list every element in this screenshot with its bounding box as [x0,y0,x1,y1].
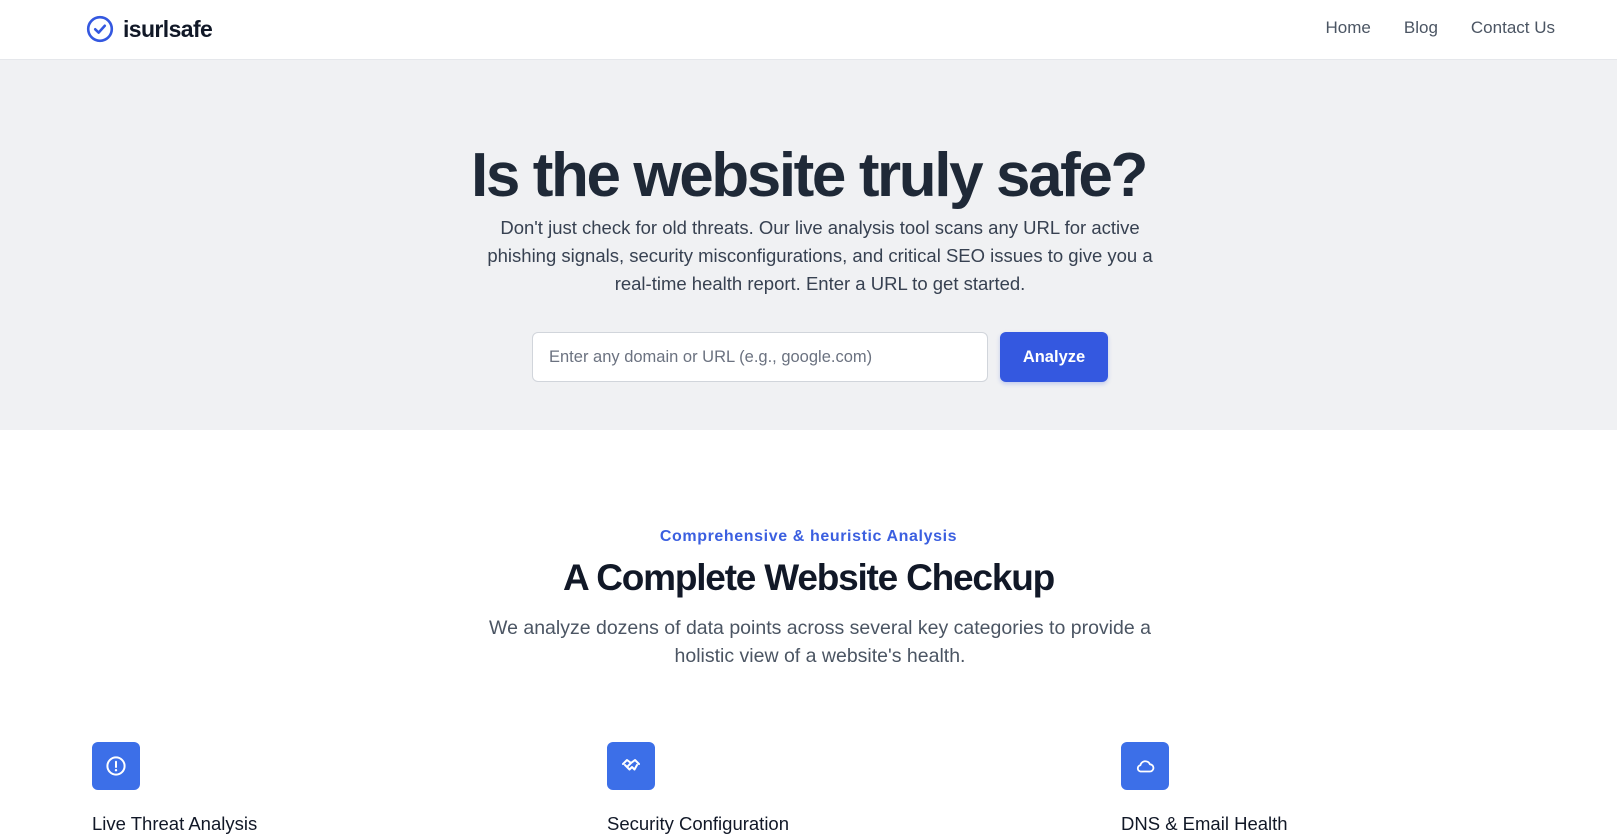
feature-title: Security Configuration [607,813,790,834]
cloud-icon [1121,742,1169,790]
hero-section: Is the website truly safe? Don't just ch… [0,60,1617,430]
url-search-input[interactable] [532,332,988,382]
site-header: isurlsafe Home Blog Contact Us [0,0,1617,60]
features-description: We analyze dozens of data points across … [489,617,1151,667]
feature-card-dns-email-health: DNS & Email Health [1121,742,1421,836]
hero-description: Don't just check for old threats. Our li… [487,217,1153,294]
check-circle-icon [86,15,114,43]
handshake-icon [607,742,655,790]
main-nav: Home Blog Contact Us [1326,17,1555,39]
analyze-button[interactable]: Analyze [1000,332,1108,382]
brand-logo-link[interactable]: isurlsafe [86,14,213,44]
feature-title: Live Threat Analysis [92,813,258,834]
feature-title: DNS & Email Health [1121,813,1288,834]
features-eyebrow: Comprehensive & heuristic Analysis [659,528,958,545]
features-title: A Complete Website Checkup [562,557,1055,598]
alert-circle-icon [92,742,140,790]
hero-title: Is the website truly safe? [471,141,1148,210]
feature-card-security-configuration: Security Configuration [607,742,907,836]
nav-link-blog[interactable]: Blog [1404,17,1438,39]
nav-link-contact-us[interactable]: Contact Us [1471,17,1555,39]
feature-card-live-threat: Live Threat Analysis [92,742,392,836]
nav-link-home[interactable]: Home [1326,17,1371,39]
brand-name: isurlsafe [123,15,213,42]
